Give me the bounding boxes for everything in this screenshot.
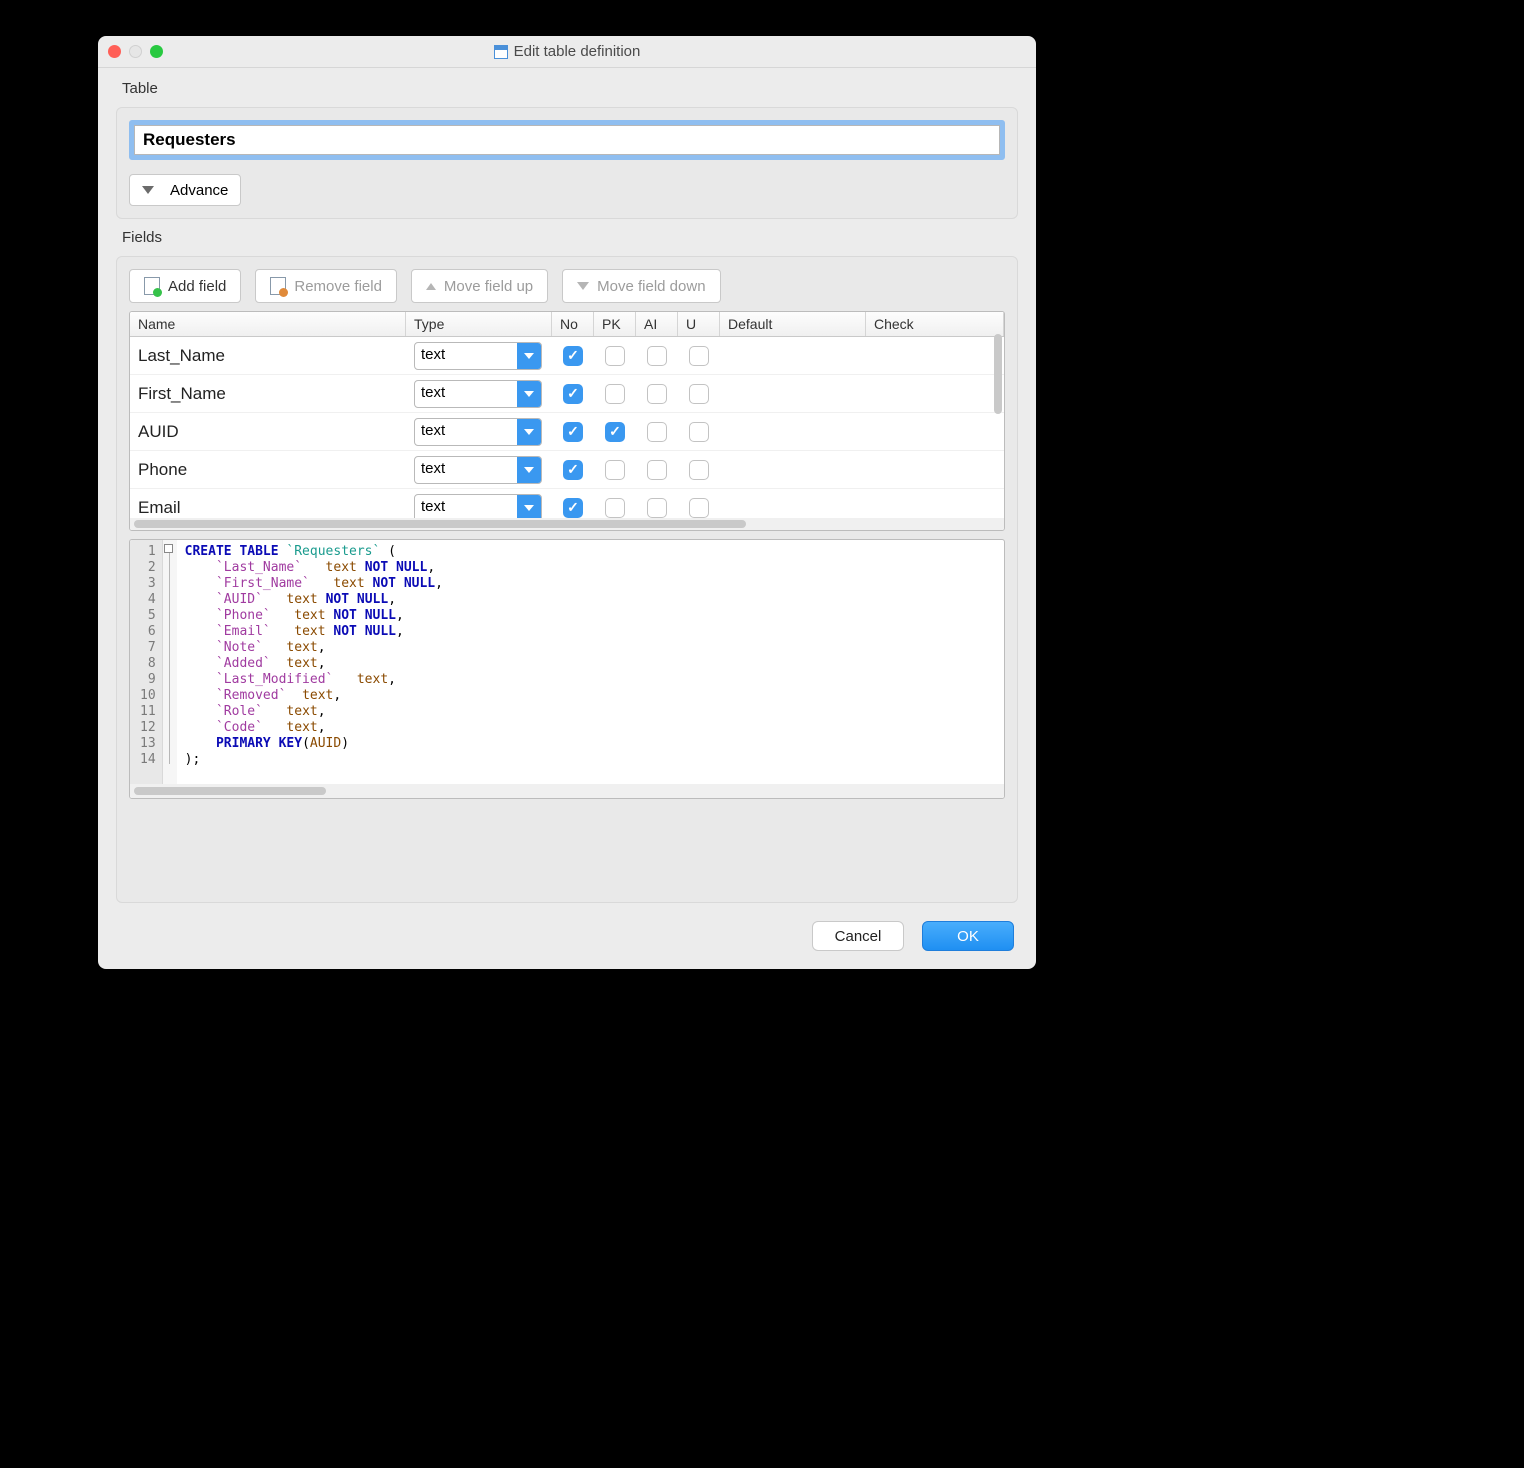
triangle-down-icon [577,282,589,290]
table-row[interactable]: Last_Name text [130,337,1004,375]
notnull-checkbox[interactable] [563,384,583,404]
table-name-input[interactable] [134,125,1000,155]
field-type-value: text [415,457,517,483]
remove-field-button[interactable]: Remove field [255,269,397,303]
window-title: Edit table definition [514,43,641,60]
add-field-button[interactable]: Add field [129,269,241,303]
add-field-label: Add field [168,278,226,295]
field-name[interactable]: Phone [130,460,406,480]
zoom-window-icon[interactable] [150,45,163,58]
chevron-down-icon[interactable] [517,381,541,407]
pk-checkbox[interactable] [605,346,625,366]
move-down-button[interactable]: Move field down [562,269,720,303]
field-name[interactable]: Last_Name [130,346,406,366]
ok-button[interactable]: OK [922,921,1014,951]
ai-checkbox[interactable] [647,346,667,366]
edit-table-window: Edit table definition Table Advance Fiel… [98,36,1036,969]
notnull-checkbox[interactable] [563,346,583,366]
window-controls [108,45,163,58]
move-down-label: Move field down [597,278,705,295]
remove-icon [270,277,286,295]
ai-checkbox[interactable] [647,422,667,442]
pk-checkbox[interactable] [605,460,625,480]
field-type-value: text [415,419,517,445]
chevron-down-icon[interactable] [517,343,541,369]
fields-section-label: Fields [122,229,1018,246]
notnull-checkbox[interactable] [563,422,583,442]
add-icon [144,277,160,295]
table-row[interactable]: AUID text [130,413,1004,451]
unique-checkbox[interactable] [689,460,709,480]
sql-code[interactable]: CREATE TABLE `Requesters` ( `Last_Name` … [177,540,1004,784]
advance-label: Advance [170,182,228,199]
table-row[interactable]: Email text [130,489,1004,518]
chevron-down-icon[interactable] [517,495,541,519]
col-header-no[interactable]: No [552,312,594,336]
ai-checkbox[interactable] [647,498,667,518]
field-type-value: text [415,381,517,407]
advance-button[interactable]: Advance [129,174,241,206]
field-type-combo[interactable]: text [414,494,542,519]
fields-pane: Add field Remove field Move field up Mov… [116,256,1018,903]
table-name-focus-ring [129,120,1005,160]
grid-header: Name Type No PK AI U Default Check [130,312,1004,337]
field-type-combo[interactable]: text [414,380,542,408]
table-row[interactable]: First_Name text [130,375,1004,413]
notnull-checkbox[interactable] [563,460,583,480]
table-pane: Advance [116,107,1018,219]
cancel-button[interactable]: Cancel [812,921,904,951]
field-name[interactable]: First_Name [130,384,406,404]
fold-box-icon[interactable] [164,544,173,553]
sql-fold-gutter[interactable] [163,540,177,784]
field-type-value: text [415,343,517,369]
chevron-down-icon[interactable] [517,419,541,445]
grid-v-scrollbar[interactable] [994,334,1002,414]
col-header-name[interactable]: Name [130,312,406,336]
fields-toolbar: Add field Remove field Move field up Mov… [129,269,1005,303]
col-header-pk[interactable]: PK [594,312,636,336]
sql-h-scrollbar[interactable] [130,784,1004,798]
table-icon [494,45,508,59]
field-type-combo[interactable]: text [414,456,542,484]
field-name[interactable]: Email [130,498,406,518]
col-header-ai[interactable]: AI [636,312,678,336]
move-up-label: Move field up [444,278,533,295]
titlebar: Edit table definition [98,36,1036,68]
ai-checkbox[interactable] [647,460,667,480]
fields-grid: Name Type No PK AI U Default Check Last_… [129,311,1005,531]
col-header-default[interactable]: Default [720,312,866,336]
field-name[interactable]: AUID [130,422,406,442]
sql-preview: 1 2 3 4 5 6 7 8 9 10 11 12 13 14 CREATE … [129,539,1005,799]
col-header-check[interactable]: Check [866,312,1004,336]
field-type-combo[interactable]: text [414,418,542,446]
close-window-icon[interactable] [108,45,121,58]
unique-checkbox[interactable] [689,498,709,518]
pk-checkbox[interactable] [605,498,625,518]
chevron-down-icon [142,186,154,194]
notnull-checkbox[interactable] [563,498,583,518]
col-header-type[interactable]: Type [406,312,552,336]
field-type-value: text [415,495,517,519]
sql-line-gutter: 1 2 3 4 5 6 7 8 9 10 11 12 13 14 [130,540,163,784]
ai-checkbox[interactable] [647,384,667,404]
unique-checkbox[interactable] [689,384,709,404]
dialog-footer: Cancel OK [98,903,1036,969]
remove-field-label: Remove field [294,278,382,295]
pk-checkbox[interactable] [605,422,625,442]
move-up-button[interactable]: Move field up [411,269,548,303]
table-row[interactable]: Phone text [130,451,1004,489]
grid-h-scrollbar[interactable] [130,518,1004,530]
minimize-window-icon [129,45,142,58]
triangle-up-icon [426,283,436,290]
unique-checkbox[interactable] [689,346,709,366]
pk-checkbox[interactable] [605,384,625,404]
col-header-u[interactable]: U [678,312,720,336]
unique-checkbox[interactable] [689,422,709,442]
chevron-down-icon[interactable] [517,457,541,483]
table-section-label: Table [122,80,1018,97]
field-type-combo[interactable]: text [414,342,542,370]
